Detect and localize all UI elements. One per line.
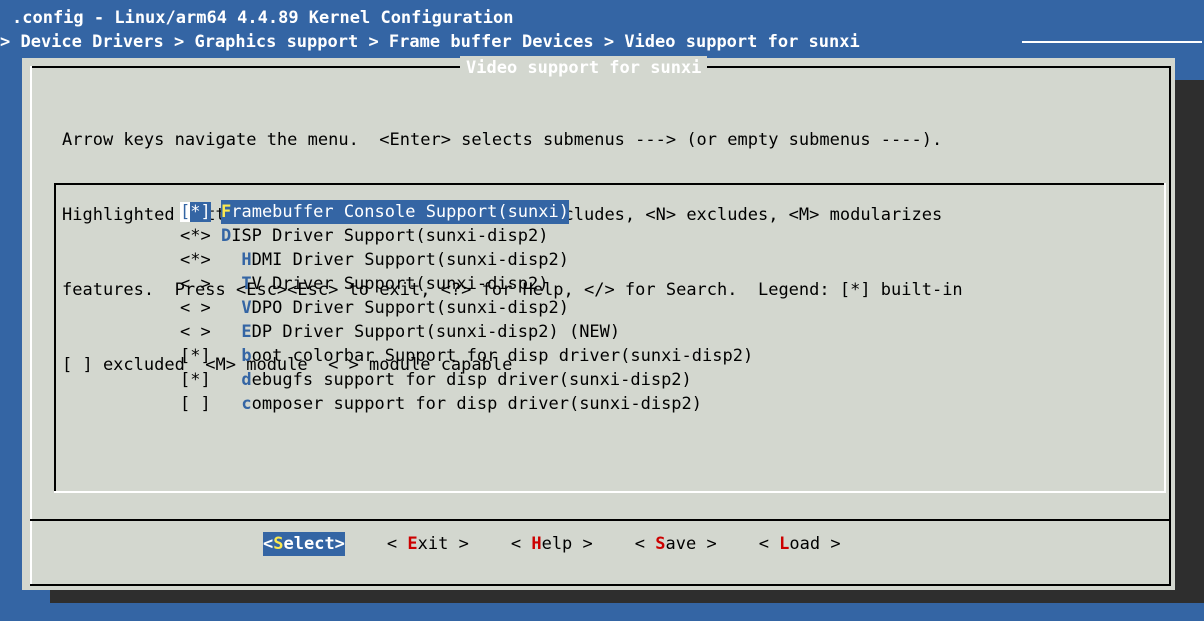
window-title: .config - Linux/arm64 4.4.89 Kernel Conf…: [12, 8, 514, 28]
option-state[interactable]: <*>: [180, 224, 221, 248]
menu-item-label: EDP Driver Support(sunxi-disp2) (NEW): [241, 320, 620, 344]
button-label: xit >: [417, 534, 469, 554]
hotkey-letter: d: [241, 370, 252, 390]
hotkey-letter: H: [241, 250, 252, 270]
help-button[interactable]: < Help >: [511, 532, 593, 556]
menu-item-text: ISP Driver Support(sunxi-disp2): [231, 226, 549, 246]
dialog-border-left: [30, 66, 32, 586]
button-label: oad >: [789, 534, 841, 554]
hotkey-letter: T: [241, 274, 252, 294]
hotkey-letter: F: [220, 202, 232, 222]
option-state-rest: *]: [190, 202, 211, 222]
button-bar: <Select> < Exit > < Help > < Save > < Load >: [263, 532, 883, 556]
select-button[interactable]: <Select>: [263, 532, 345, 556]
listbox-border-bottom: [54, 491, 1166, 493]
hotkey-letter: c: [241, 394, 252, 414]
menu-item-text: DPO Driver Support(sunxi-disp2): [251, 298, 569, 318]
menu-item-label: Framebuffer Console Support(sunxi): [220, 200, 569, 224]
menu-item-text: DP Driver Support(sunxi-disp2) (NEW): [251, 322, 621, 342]
button-hotkey: S: [655, 534, 666, 554]
button-hotkey: H: [531, 534, 542, 554]
menu-list: [*] Framebuffer Console Support(sunxi) <*…: [180, 200, 753, 416]
help-line: Arrow keys navigate the menu. <Enter> se…: [62, 130, 943, 150]
menu-item-label: TV Driver Support(sunxi-disp2): [241, 272, 548, 296]
menu-item-text: ramebuffer Console Support(sunxi): [231, 202, 569, 222]
menu-item-label: composer support for disp driver(sunxi-d…: [241, 392, 702, 416]
menu-item-label: VDPO Driver Support(sunxi-disp2): [241, 296, 569, 320]
listbox-border-left: [54, 183, 56, 493]
option-state[interactable]: < >: [180, 296, 241, 320]
option-state[interactable]: [*]: [180, 200, 221, 224]
button-label: elect>: [283, 534, 345, 554]
button-bracket: <: [263, 534, 274, 554]
button-label: elp >: [541, 534, 593, 554]
text-cursor: [: [180, 202, 191, 222]
option-state[interactable]: < >: [180, 272, 241, 296]
menu-item-label: HDMI Driver Support(sunxi-disp2): [241, 248, 569, 272]
menu-item[interactable]: <*> HDMI Driver Support(sunxi-disp2): [180, 248, 753, 272]
menu-item-label: boot colorbar Support for disp driver(su…: [241, 344, 753, 368]
option-state[interactable]: < >: [180, 320, 241, 344]
menu-item-label: DISP Driver Support(sunxi-disp2): [221, 224, 549, 248]
button-bracket: <: [386, 534, 408, 554]
hotkey-letter: V: [241, 298, 252, 318]
breadcrumb-rule: [1022, 41, 1202, 43]
hotkey-letter: b: [241, 346, 252, 366]
menu-item-text: V Driver Support(sunxi-disp2): [251, 274, 549, 294]
menu-item-label: debugfs support for disp driver(sunxi-di…: [241, 368, 691, 392]
menu-item[interactable]: <*> DISP Driver Support(sunxi-disp2): [180, 224, 753, 248]
hotkey-letter: D: [220, 226, 232, 246]
button-hotkey: S: [273, 534, 284, 554]
listbox-border-top: [54, 183, 1166, 185]
button-bracket: <: [510, 534, 532, 554]
option-state[interactable]: [*]: [180, 344, 241, 368]
button-bracket: <: [634, 534, 656, 554]
listbox-border-right: [1164, 183, 1166, 493]
dialog-border-bottom: [30, 584, 1171, 586]
button-divider: [30, 519, 1171, 521]
terminal-screen: .config - Linux/arm64 4.4.89 Kernel Conf…: [0, 0, 1204, 621]
menu-item-text: DMI Driver Support(sunxi-disp2): [251, 250, 569, 270]
option-state[interactable]: [*]: [180, 368, 241, 392]
menu-item[interactable]: < > TV Driver Support(sunxi-disp2): [180, 272, 753, 296]
menu-item[interactable]: [*] boot colorbar Support for disp drive…: [180, 344, 753, 368]
button-label: ave >: [665, 534, 717, 554]
button-hotkey: E: [407, 534, 418, 554]
exit-button[interactable]: < Exit >: [387, 532, 469, 556]
hotkey-letter: E: [241, 322, 252, 342]
menu-item-text: oot colorbar Support for disp driver(sun…: [251, 346, 754, 366]
option-state[interactable]: [ ]: [180, 392, 241, 416]
option-state[interactable]: <*>: [180, 248, 241, 272]
save-button[interactable]: < Save >: [635, 532, 717, 556]
dialog-border-right: [1169, 66, 1171, 586]
menu-item-text: omposer support for disp driver(sunxi-di…: [251, 394, 703, 414]
menu-item[interactable]: < > EDP Driver Support(sunxi-disp2) (NEW…: [180, 320, 753, 344]
button-bracket: <: [758, 534, 780, 554]
menu-item[interactable]: [*] Framebuffer Console Support(sunxi): [180, 200, 753, 224]
load-button[interactable]: < Load >: [759, 532, 841, 556]
dialog-title: Video support for sunxi: [460, 56, 708, 80]
button-hotkey: L: [779, 534, 790, 554]
menu-item[interactable]: [ ] composer support for disp driver(sun…: [180, 392, 753, 416]
menu-item[interactable]: [*] debugfs support for disp driver(sunx…: [180, 368, 753, 392]
menu-item-text: ebugfs support for disp driver(sunxi-dis…: [251, 370, 692, 390]
menu-item[interactable]: < > VDPO Driver Support(sunxi-disp2): [180, 296, 753, 320]
